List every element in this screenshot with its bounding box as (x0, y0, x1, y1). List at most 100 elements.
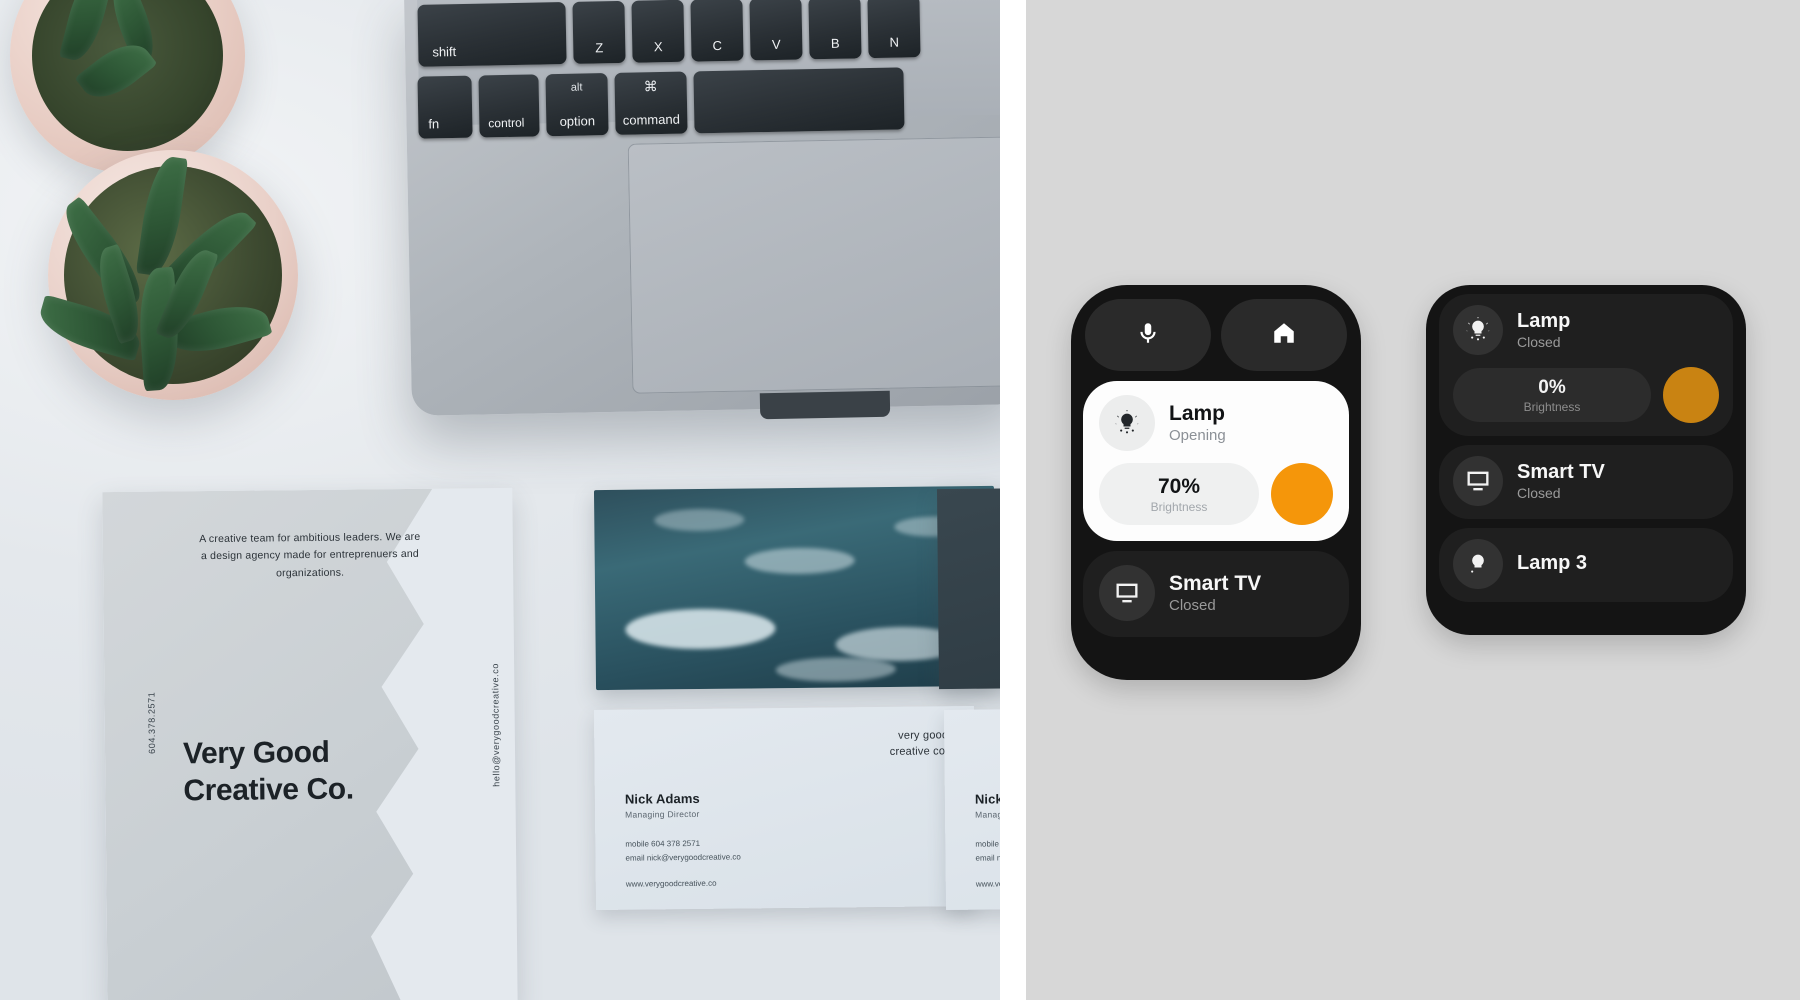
tile-status: Closed (1517, 485, 1561, 502)
business-card-person: Nick Adams Managing Director (625, 791, 700, 820)
tile-text: Lamp Closed (1517, 310, 1570, 351)
contact-website: www.verygoodcreative.co (975, 878, 1000, 889)
command-glyph-icon: ⌘ (643, 78, 658, 95)
lamp-icon (1099, 395, 1155, 451)
tile-header: Lamp Closed (1453, 305, 1719, 355)
tv-icon (1453, 456, 1503, 506)
tile-name: Smart TV (1169, 571, 1262, 595)
device-card-secondary: Lamp Closed 0% Brightness Smart TV Close… (1426, 285, 1746, 635)
contact-mobile: mobile 604 378 2571 (625, 838, 701, 849)
keyboard-row-letters: shift Z X C V B N (417, 0, 921, 67)
brand-poster: A creative team for ambitious leaders. W… (102, 487, 518, 1000)
branding-photograph: shift Z X C V B N fn control alt option … (0, 0, 1000, 1000)
logo-line2: creative co. (889, 745, 949, 758)
tile-smart-tv[interactable]: Smart TV Closed (1439, 445, 1733, 519)
tile-text: Smart TV Closed (1517, 461, 1605, 502)
key-label: X (653, 39, 663, 55)
business-card-logo: very good creative co. (890, 728, 949, 760)
logo-line1: very good (898, 729, 949, 742)
tile-lamp[interactable]: Lamp Closed 0% Brightness (1439, 294, 1733, 436)
key-label: shift (432, 44, 457, 60)
key-x[interactable]: X (631, 0, 685, 63)
laptop-hinge (759, 390, 891, 420)
key-shift[interactable]: shift (417, 1, 567, 67)
tile-name: Smart TV (1517, 460, 1605, 483)
brightness-row: 70% Brightness (1099, 463, 1333, 525)
voice-button[interactable] (1085, 299, 1211, 371)
key-command[interactable]: ⌘ command (614, 71, 688, 135)
lamp-icon (1453, 305, 1503, 355)
key-label: control (488, 115, 525, 131)
contact-role: Managing Director (625, 808, 700, 820)
key-label: Z (595, 40, 604, 56)
key-n[interactable]: N (867, 0, 921, 59)
microphone-icon (1135, 320, 1161, 351)
tile-header: Lamp 3 (1453, 539, 1719, 589)
color-swatch-button[interactable] (1271, 463, 1333, 525)
poster-phone-vertical: 604.378.2571 (146, 691, 158, 754)
device-toolbar (1071, 285, 1361, 371)
keyboard-row-modifiers: fn control alt option ⌘ command (417, 67, 905, 139)
key-control[interactable]: control (478, 74, 540, 138)
tile-name: Lamp (1517, 309, 1571, 332)
business-card-contact: mobile 604 378 2571 email nick@verygoodc… (625, 836, 741, 864)
contact-mobile: mobile 604 378 2571 (975, 839, 1000, 849)
brightness-row: 0% Brightness (1453, 367, 1719, 423)
contact-email: email nick@verygoodcreative.co (975, 852, 1000, 863)
poster-brand-line1: Very Good (182, 735, 330, 771)
tile-header: Smart TV Closed (1453, 456, 1719, 506)
color-swatch-button[interactable] (1663, 367, 1719, 423)
tile-header: Lamp Opening (1099, 395, 1333, 451)
home-button[interactable] (1221, 299, 1347, 371)
key-sublabel: alt (570, 81, 583, 94)
panel-divider (1000, 0, 1026, 1000)
tile-name: Lamp 3 (1517, 552, 1588, 575)
contact-website: www.verygoodcreative.co (625, 878, 717, 889)
poster-brand-line2: Creative Co. (183, 772, 354, 807)
key-c[interactable]: C (690, 0, 744, 62)
brightness-value: 70% (1157, 474, 1201, 498)
business-card-person: Nick Adams Managing Director (975, 791, 1000, 820)
brightness-slider[interactable]: 70% Brightness (1099, 463, 1259, 525)
key-b[interactable]: B (808, 0, 862, 60)
ocean-photo-card (593, 485, 997, 691)
brightness-value: 0% (1538, 376, 1566, 398)
key-v[interactable]: V (749, 0, 803, 61)
tile-text: Lamp 3 (1517, 552, 1587, 576)
contact-email: email nick@verygoodcreative.co (625, 852, 741, 863)
home-icon (1271, 320, 1297, 351)
tile-status: Closed (1169, 597, 1216, 615)
key-label: C (712, 37, 723, 54)
poster-email-vertical: hello@verygoodcreative.co (490, 663, 502, 787)
contact-name: Nick Adams (624, 790, 700, 807)
lamp-icon (1453, 539, 1503, 589)
key-option[interactable]: alt option (545, 73, 609, 137)
tile-status: Closed (1517, 334, 1561, 351)
tile-name: Lamp (1169, 401, 1226, 425)
key-fn[interactable]: fn (417, 75, 473, 139)
business-card-secondary: very good creative co. Nick Adams Managi… (943, 706, 1000, 910)
business-card-primary: very good creative co. Nick Adams Managi… (593, 706, 977, 910)
tile-header: Smart TV Closed (1099, 565, 1333, 621)
key-z[interactable]: Z (572, 0, 626, 64)
tv-icon (1099, 565, 1155, 621)
key-label: fn (428, 116, 440, 132)
poster-tagline: A creative team for ambitious leaders. W… (199, 530, 421, 579)
plant-pot-main (34, 150, 298, 400)
smart-home-ui-panel: Lamp Opening 70% Brightness Smart TV Clo… (1026, 0, 1800, 1000)
device-card-primary: Lamp Opening 70% Brightness Smart TV Clo… (1071, 285, 1361, 680)
dark-accent-card (936, 486, 1000, 690)
key-spacebar[interactable] (693, 67, 905, 134)
tile-lamp[interactable]: Lamp Opening 70% Brightness (1083, 381, 1349, 541)
key-label: B (830, 35, 840, 51)
business-card-contact: mobile 604 378 2571 email nick@verygoodc… (975, 836, 1000, 864)
tile-smart-tv[interactable]: Smart TV Closed (1083, 551, 1349, 637)
key-label: V (771, 36, 781, 53)
poster-brand-name: Very Good Creative Co. (183, 733, 484, 809)
tile-text: Lamp Opening (1169, 402, 1226, 445)
brightness-label: Brightness (1523, 399, 1581, 414)
tile-lamp-3[interactable]: Lamp 3 (1439, 528, 1733, 602)
contact-role: Managing Director (975, 809, 1000, 820)
brightness-slider[interactable]: 0% Brightness (1453, 368, 1651, 422)
key-label: N (889, 34, 900, 50)
